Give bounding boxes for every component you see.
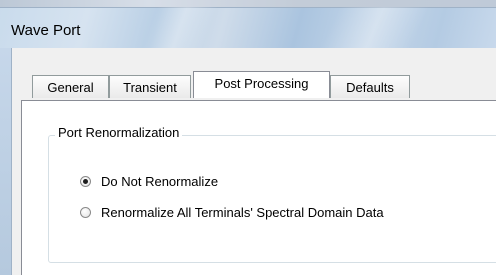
port-renormalization-group	[48, 135, 496, 263]
radio-button-selected-icon[interactable]	[80, 176, 91, 187]
radio-label: Do Not Renormalize	[101, 174, 219, 189]
tab-transient[interactable]: Transient	[109, 75, 191, 98]
tab-defaults[interactable]: Defaults	[330, 75, 410, 98]
post-processing-panel: Port Renormalization Do Not Renormalize …	[21, 100, 496, 275]
group-label: Port Renormalization	[55, 125, 183, 140]
window-title: Wave Port	[11, 22, 81, 39]
window-frame-left	[0, 48, 11, 275]
tab-general[interactable]: General	[32, 75, 109, 98]
title-bar-glare	[142, 7, 218, 48]
radio-do-not-renormalize[interactable]: Do Not Renormalize	[80, 174, 218, 189]
title-bar-glare	[320, 7, 430, 48]
tab-post-processing[interactable]: Post Processing	[193, 71, 330, 98]
title-bar[interactable]: Wave Port	[0, 0, 496, 48]
radio-label: Renormalize All Terminals' Spectral Doma…	[101, 205, 384, 220]
radio-renormalize-all-terminals[interactable]: Renormalize All Terminals' Spectral Doma…	[80, 205, 384, 220]
wave-port-dialog: Wave Port General Transient Post Process…	[0, 0, 496, 275]
radio-button-icon[interactable]	[80, 207, 91, 218]
